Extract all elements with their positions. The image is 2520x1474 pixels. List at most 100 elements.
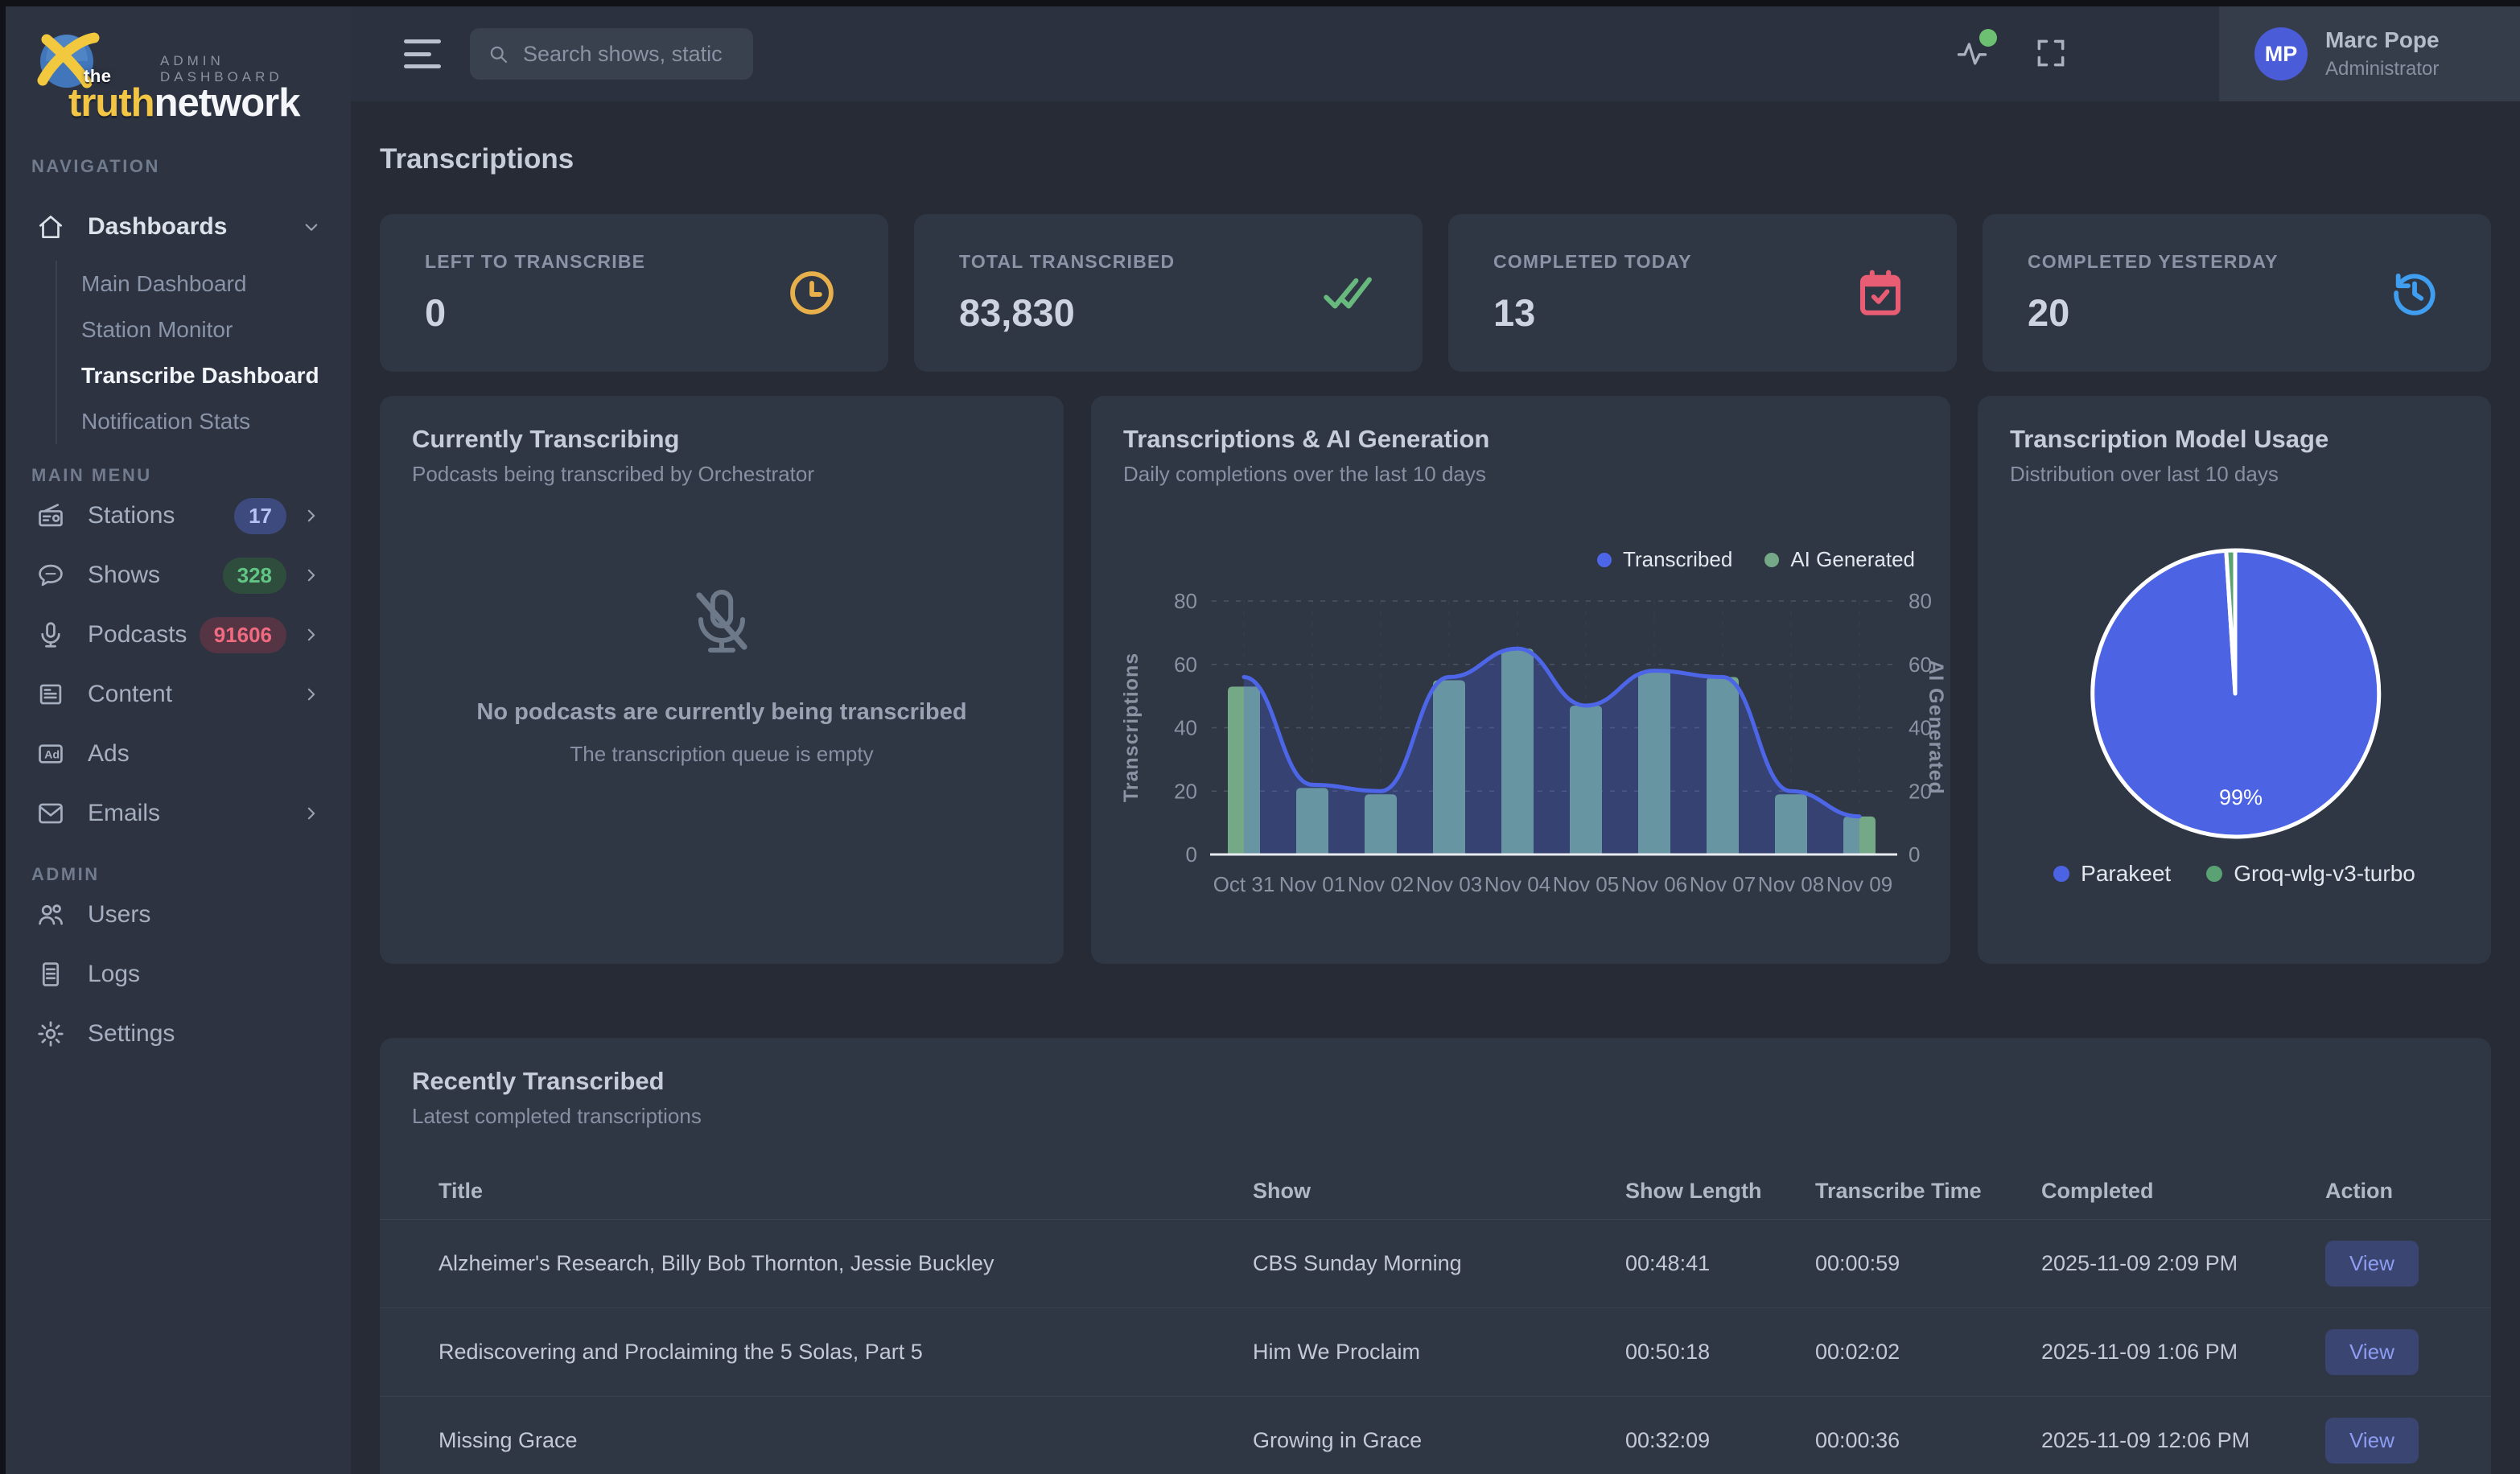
chat-icon	[35, 560, 66, 591]
sidebar-item-label: Stations	[88, 502, 234, 529]
legend-dot	[2206, 866, 2222, 882]
sidebar-item-emails[interactable]: Emails	[6, 784, 351, 843]
sidebar-item-dashboards[interactable]: Dashboards	[6, 198, 351, 256]
count-badge: 91606	[200, 617, 286, 653]
search-input[interactable]	[523, 42, 737, 67]
table-subtitle: Latest completed transcriptions	[412, 1104, 702, 1129]
nav-sub-items: Main DashboardStation MonitorTranscribe …	[56, 261, 351, 444]
recent-table: TitleShowShow LengthTranscribe TimeCompl…	[380, 1163, 2491, 1474]
sidebar-item-podcasts[interactable]: Podcasts91606	[6, 605, 351, 665]
svg-text:0: 0	[1909, 842, 1920, 867]
svg-text:0: 0	[1186, 842, 1197, 867]
logo-word-network: network	[154, 80, 300, 126]
cell-completed: 2025-11-09 12:06 PM	[2041, 1428, 2325, 1453]
page-title: Transcriptions	[380, 143, 574, 175]
ad-icon: Ad	[35, 739, 66, 769]
svg-text:Nov 04: Nov 04	[1484, 872, 1550, 896]
stat-card-completed-today: COMPLETED TODAY 13	[1448, 214, 1957, 372]
cell-completed: 2025-11-09 1:06 PM	[2041, 1340, 2325, 1365]
svg-text:20: 20	[1174, 779, 1197, 803]
cell-show-length: 00:32:09	[1625, 1428, 1815, 1453]
sidebar-item-shows[interactable]: Shows328	[6, 546, 351, 605]
empty-state-subtitle: The transcription queue is empty	[380, 742, 1064, 767]
cell-show-length: 00:48:41	[1625, 1251, 1815, 1276]
settings-icon	[35, 1019, 66, 1049]
logs-icon	[35, 959, 66, 990]
legend-item-parakeet[interactable]: Parakeet	[2053, 861, 2171, 887]
mic-icon	[35, 620, 66, 650]
sidebar: the truthnetwork ADMIN DASHBOARD NAVIGAT…	[6, 6, 351, 1474]
view-button[interactable]: View	[2325, 1241, 2419, 1287]
sidebar-subitem-notification-stats[interactable]: Notification Stats	[57, 398, 351, 444]
radio-icon	[35, 500, 66, 531]
sidebar-item-logs[interactable]: Logs	[6, 945, 351, 1004]
email-icon	[35, 798, 66, 829]
chevron-right-icon	[299, 563, 323, 587]
cell-show: Growing in Grace	[1253, 1428, 1625, 1453]
window-top-edge	[0, 0, 2520, 6]
logo-tagline: ADMIN DASHBOARD	[160, 53, 351, 85]
sidebar-item-users[interactable]: Users	[6, 885, 351, 945]
combo-chart: 002020404060608080Oct 31Nov 01Nov 02Nov …	[1091, 396, 1950, 964]
sidebar-item-label: Users	[88, 901, 323, 928]
table-row: Missing Grace Growing in Grace 00:32:09 …	[380, 1397, 2491, 1474]
chevron-down-icon	[299, 215, 323, 239]
chevron-right-icon	[299, 801, 323, 826]
svg-text:80: 80	[1174, 589, 1197, 613]
sidebar-subitem-main-dashboard[interactable]: Main Dashboard	[57, 261, 351, 307]
svg-text:80: 80	[1909, 589, 1932, 613]
svg-text:Nov 06: Nov 06	[1621, 872, 1687, 896]
app-logo[interactable]: the truthnetwork ADMIN DASHBOARD	[6, 6, 351, 145]
svg-text:40: 40	[1174, 716, 1197, 740]
users-icon	[35, 900, 66, 930]
sidebar-subitem-transcribe-dashboard[interactable]: Transcribe Dashboard	[57, 352, 351, 398]
svg-text:60: 60	[1174, 653, 1197, 677]
cell-show: CBS Sunday Morning	[1253, 1251, 1625, 1276]
cell-title: Rediscovering and Proclaiming the 5 Sola…	[439, 1340, 1253, 1365]
search-icon	[486, 42, 510, 66]
legend-item-groq-wlg-v3-turbo[interactable]: Groq-wlg-v3-turbo	[2206, 861, 2415, 887]
legend-dot	[2053, 866, 2069, 882]
fullscreen-icon	[2033, 35, 2069, 71]
chevron-right-icon	[299, 504, 323, 528]
count-badge: 328	[223, 558, 286, 594]
stat-cards-row: LEFT TO TRANSCRIBE 0 TOTAL TRANSCRIBED 8…	[380, 214, 2491, 372]
chevron-right-icon	[299, 623, 323, 647]
activity-status-button[interactable]	[1954, 35, 1991, 72]
content-icon	[35, 679, 66, 710]
cell-title: Alzheimer's Research, Billy Bob Thornton…	[439, 1251, 1253, 1276]
card-subtitle: Podcasts being transcribed by Orchestrat…	[412, 462, 814, 487]
user-role: Administrator	[2325, 58, 2440, 80]
sidebar-subitem-station-monitor[interactable]: Station Monitor	[57, 307, 351, 352]
svg-text:Nov 07: Nov 07	[1690, 872, 1756, 896]
calendar-check-icon	[1854, 266, 1907, 319]
middle-row: Currently Transcribing Podcasts being tr…	[380, 396, 2491, 964]
fullscreen-button[interactable]	[2032, 35, 2069, 72]
online-status-dot	[1979, 29, 1997, 47]
view-button[interactable]: View	[2325, 1418, 2419, 1464]
nav-section-label: MAIN MENU	[6, 465, 351, 486]
sidebar-item-content[interactable]: Content	[6, 665, 351, 724]
sidebar-item-label: Podcasts	[88, 621, 200, 648]
nav-section-label: ADMIN	[6, 864, 351, 885]
column-header-action: Action	[2325, 1179, 2467, 1204]
count-badge: 17	[234, 498, 286, 534]
user-menu[interactable]: MP Marc Pope Administrator	[2219, 6, 2520, 101]
stat-card-completed-yesterday: COMPLETED YESTERDAY 20	[1983, 214, 2491, 372]
table-row: Alzheimer's Research, Billy Bob Thornton…	[380, 1220, 2491, 1308]
sidebar-item-ads[interactable]: AdAds	[6, 724, 351, 784]
sidebar-item-settings[interactable]: Settings	[6, 1004, 351, 1064]
svg-text:Nov 05: Nov 05	[1553, 872, 1619, 896]
view-button[interactable]: View	[2325, 1329, 2419, 1375]
user-name: Marc Pope	[2325, 27, 2440, 53]
sidebar-item-label: Logs	[88, 961, 323, 988]
menu-toggle-button[interactable]	[404, 37, 443, 71]
cell-transcribe-time: 00:00:36	[1815, 1428, 2041, 1453]
column-header-show-length: Show Length	[1625, 1179, 1815, 1204]
cell-completed: 2025-11-09 2:09 PM	[2041, 1251, 2325, 1276]
sidebar-item-stations[interactable]: Stations17	[6, 486, 351, 546]
nav-section-label: NAVIGATION	[6, 156, 351, 177]
recently-transcribed-card: Recently Transcribed Latest completed tr…	[380, 1038, 2491, 1474]
cell-show-length: 00:50:18	[1625, 1340, 1815, 1365]
cell-transcribe-time: 00:02:02	[1815, 1340, 2041, 1365]
